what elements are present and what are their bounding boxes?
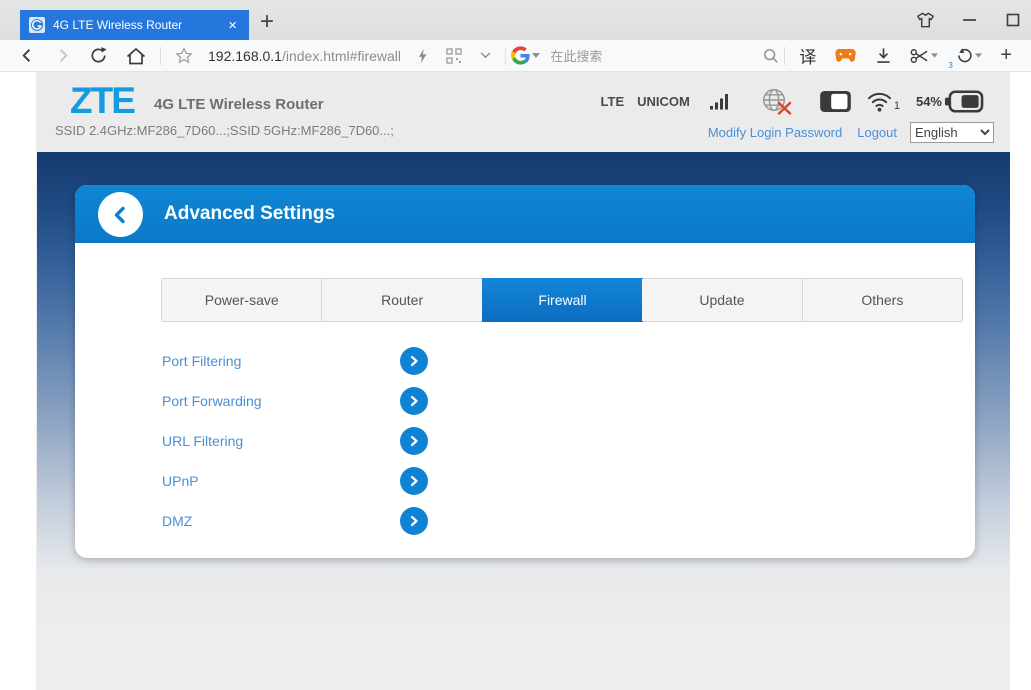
- battery-percent-label: 54%: [916, 94, 942, 109]
- tab-close-icon[interactable]: ×: [225, 17, 240, 34]
- chevron-right-icon: [408, 515, 420, 527]
- browser-tab-title: 4G LTE Wireless Router: [53, 18, 225, 32]
- header-links: Modify Login Password Logout English: [708, 122, 994, 143]
- list-item-upnp[interactable]: UPnP: [162, 461, 428, 501]
- toolbar-search-box[interactable]: 在此搜索: [511, 46, 779, 65]
- toolbar-divider: [505, 47, 506, 65]
- url-path: /index.html#firewall: [282, 48, 401, 64]
- list-item-port-filtering[interactable]: Port Filtering: [162, 341, 428, 381]
- flash-plugin-icon[interactable]: [408, 44, 437, 68]
- screenshot-scissors-icon[interactable]: [901, 44, 947, 68]
- chevron-right-icon: [408, 355, 420, 367]
- tab-others[interactable]: Others: [803, 279, 962, 321]
- minimize-button[interactable]: [959, 10, 979, 30]
- panel-header: Advanced Settings: [75, 185, 975, 243]
- bookmark-star-icon[interactable]: [166, 44, 202, 68]
- zte-logo: ZTE: [70, 80, 134, 122]
- language-select[interactable]: English: [910, 122, 994, 143]
- tab-router[interactable]: Router: [322, 279, 482, 321]
- ssid-info: SSID 2.4GHz:MF286_7D60...;SSID 5GHz:MF28…: [55, 123, 394, 138]
- internet-disconnected-icon: [761, 88, 793, 115]
- settings-tabs: Power-save Router Firewall Update Others: [161, 278, 963, 322]
- reopen-count-badge: 3: [948, 61, 952, 70]
- reload-button[interactable]: [80, 44, 117, 68]
- tab-update[interactable]: Update: [642, 279, 802, 321]
- back-button-circle[interactable]: [98, 192, 143, 237]
- home-button[interactable]: [117, 44, 155, 68]
- browser-tab[interactable]: 4G LTE Wireless Router ×: [20, 10, 249, 40]
- forward-button[interactable]: [45, 44, 80, 68]
- item-label: Port Forwarding: [162, 393, 262, 409]
- back-button[interactable]: [10, 44, 45, 68]
- item-label: DMZ: [162, 513, 192, 529]
- item-label: URL Filtering: [162, 433, 243, 449]
- reopen-closed-tab-icon[interactable]: 3: [947, 44, 991, 68]
- router-header: ZTE 4G LTE Wireless Router SSID 2.4GHz:M…: [37, 72, 1010, 152]
- page-title: Advanced Settings: [164, 185, 335, 243]
- search-placeholder[interactable]: 在此搜索: [550, 46, 763, 65]
- arrow-right-button[interactable]: [400, 507, 428, 535]
- advanced-settings-panel: Advanced Settings Power-save Router Fire…: [75, 185, 975, 558]
- modify-password-link[interactable]: Modify Login Password: [708, 125, 842, 140]
- toolbar-divider: [784, 47, 785, 65]
- google-logo-icon[interactable]: [511, 46, 530, 65]
- scissors-caret-icon[interactable]: [931, 53, 938, 58]
- arrow-right-button[interactable]: [400, 467, 428, 495]
- chevron-right-icon: [408, 475, 420, 487]
- list-item-dmz[interactable]: DMZ: [162, 501, 428, 541]
- browser-tab-bar: 4G LTE Wireless Router × +: [0, 0, 1031, 40]
- tab-power-save[interactable]: Power-save: [162, 279, 322, 321]
- wifi-icon: [867, 91, 893, 112]
- device-title: 4G LTE Wireless Router: [154, 96, 324, 113]
- search-icon[interactable]: [763, 48, 779, 64]
- gamepad-icon[interactable]: [825, 44, 866, 68]
- translate-button[interactable]: 译: [790, 44, 825, 68]
- theme-skin-icon[interactable]: [915, 10, 935, 30]
- list-item-url-filtering[interactable]: URL Filtering: [162, 421, 428, 461]
- battery-icon: [944, 90, 984, 113]
- chevron-right-icon: [408, 435, 420, 447]
- download-icon[interactable]: [866, 44, 901, 68]
- url-host: 192.168.0.1: [208, 48, 282, 64]
- firewall-item-list: Port Filtering Port Forwarding URL Filte…: [162, 341, 428, 541]
- chevron-down-icon[interactable]: [471, 44, 500, 68]
- chevron-left-icon: [111, 205, 131, 225]
- network-type-label: LTE: [601, 94, 625, 109]
- qr-code-icon[interactable]: [437, 44, 471, 68]
- reopen-caret-icon[interactable]: [975, 53, 982, 58]
- maximize-button[interactable]: [1003, 10, 1023, 30]
- logout-link[interactable]: Logout: [857, 125, 897, 140]
- item-label: UPnP: [162, 473, 199, 489]
- search-engine-caret-icon[interactable]: [532, 53, 540, 58]
- wifi-client-count: 1: [894, 100, 900, 112]
- list-item-port-forwarding[interactable]: Port Forwarding: [162, 381, 428, 421]
- arrow-right-button[interactable]: [400, 347, 428, 375]
- signal-strength-icon: [710, 93, 731, 111]
- arrow-right-button[interactable]: [400, 427, 428, 455]
- add-extension-button[interactable]: +: [991, 44, 1021, 68]
- status-indicators: LTE UNICOM: [601, 88, 984, 115]
- router-page: ZTE 4G LTE Wireless Router SSID 2.4GHz:M…: [36, 72, 1010, 690]
- browser-toolbar: 192.168.0.1/index.html#firewall 在此搜索 译: [0, 40, 1031, 72]
- new-tab-button[interactable]: +: [260, 8, 274, 36]
- item-label: Port Filtering: [162, 353, 241, 369]
- chevron-right-icon: [408, 395, 420, 407]
- toolbar-divider: [160, 47, 161, 65]
- site-favicon-icon: [29, 17, 45, 33]
- page-background: Advanced Settings Power-save Router Fire…: [37, 152, 1010, 690]
- arrow-right-button[interactable]: [400, 387, 428, 415]
- address-bar[interactable]: 192.168.0.1/index.html#firewall: [208, 48, 408, 64]
- operator-label: UNICOM: [637, 94, 690, 109]
- sim-card-icon: [819, 90, 852, 113]
- tab-firewall[interactable]: Firewall: [482, 278, 643, 322]
